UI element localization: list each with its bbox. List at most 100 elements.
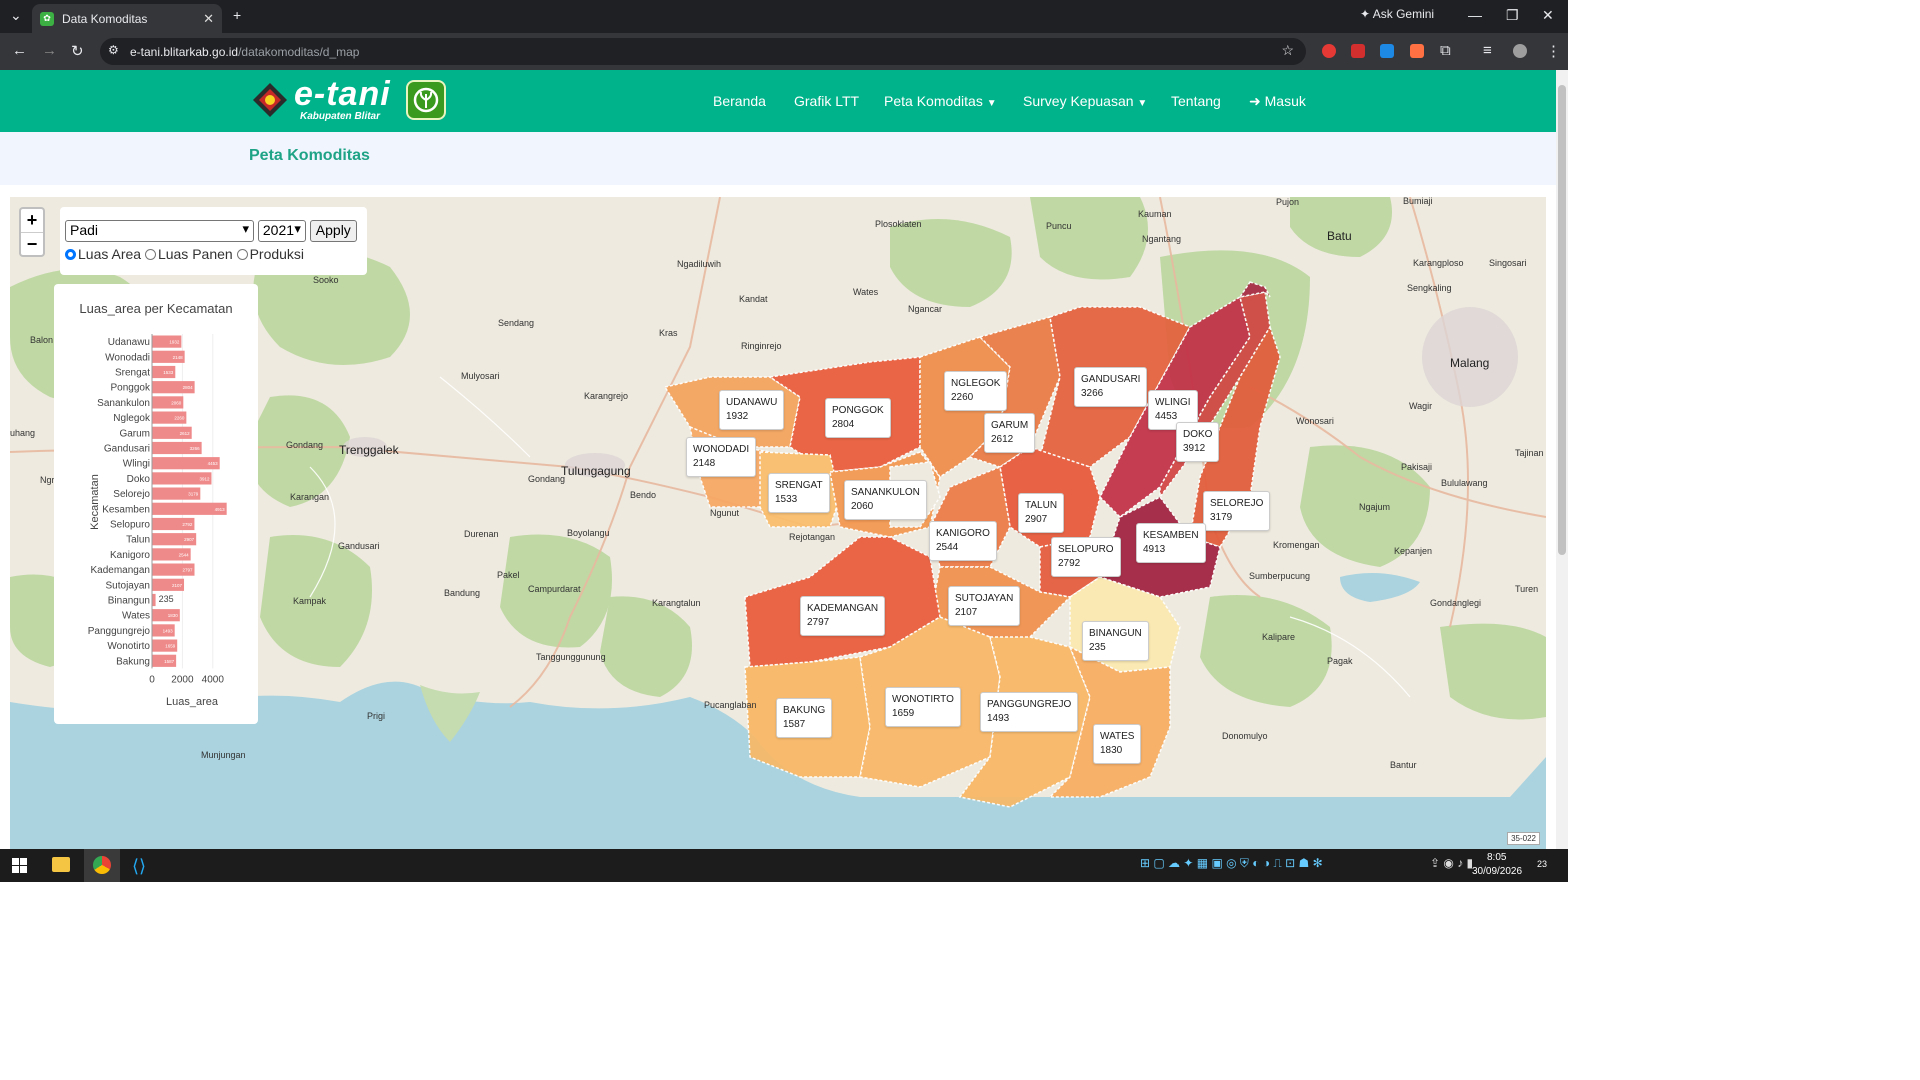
clock-date[interactable]: 30/09/2026 (1472, 866, 1522, 877)
district-value: 2060 (851, 501, 874, 512)
file-explorer-icon[interactable] (52, 857, 70, 872)
nav-peta-komoditas-label: Peta Komoditas (884, 93, 983, 109)
new-tab-icon[interactable]: + (233, 7, 241, 23)
radio-produksi[interactable]: Produksi (236, 246, 304, 262)
nav-survey-kepuasan[interactable]: Survey Kepuasan ▼ (1023, 93, 1147, 109)
chrome-menu-icon[interactable]: ⋮ (1546, 42, 1561, 60)
district-label-panggungrejo[interactable]: PANGGUNGREJO 1493 (980, 692, 1079, 732)
year-select[interactable]: 2021 (257, 220, 306, 242)
windows-start-icon[interactable] (12, 858, 27, 873)
map-tile-badge: 35-022 (1507, 832, 1540, 845)
tray-icons[interactable]: ⊞ ▢ ☁ ✦ ▦ ▣ ◎ ⛨ ◐ ◑ ⎍ ⊡ ☗ ✻ (1140, 856, 1323, 871)
district-name: BAKUNG (783, 705, 826, 716)
extension-red-icon[interactable] (1322, 44, 1336, 58)
place-label: Ngadiluwih (677, 259, 722, 269)
radio-icon[interactable] (144, 249, 156, 260)
chrome-icon (93, 856, 111, 874)
district-label-srengat[interactable]: SRENGAT 1533 (768, 473, 830, 513)
leaflet-map[interactable]: Sooko Sendang Mulyosari Balon Ngadiluwih… (10, 197, 1546, 849)
nav-tentang[interactable]: Tentang (1171, 93, 1221, 109)
extension-orange-icon[interactable] (1410, 44, 1424, 58)
ask-gemini-button[interactable]: ✦ Ask Gemini (1360, 7, 1434, 21)
district-label-kesamben[interactable]: KESAMBEN 4913 (1136, 523, 1206, 563)
district-name: TALUN (1025, 500, 1058, 511)
minimize-icon[interactable]: — (1468, 7, 1482, 23)
district-label-garum[interactable]: GARUM 2612 (984, 413, 1036, 453)
chart-y-tick: Talun (126, 535, 150, 546)
district-value: 1830 (1100, 745, 1123, 756)
site-info-icon[interactable]: ⚙ (108, 43, 119, 57)
zoom-in-button[interactable]: + (21, 209, 43, 233)
district-label-wates[interactable]: WATES 1830 (1093, 724, 1142, 764)
place-label: Kepanjen (1394, 546, 1433, 556)
district-label-nglegok[interactable]: NGLEGOK 2260 (944, 371, 1008, 411)
chrome-taskbar-button[interactable] (84, 849, 120, 882)
place-label: Trenggalek (339, 443, 399, 457)
reload-icon[interactable]: ↻ (71, 42, 84, 60)
tab-title: Data Komoditas (62, 11, 148, 26)
district-label-binangun[interactable]: BINANGUN 235 (1082, 621, 1149, 661)
radio-icon[interactable] (65, 249, 76, 260)
extensions-puzzle-icon[interactable]: ⧉ (1440, 42, 1451, 59)
url-field[interactable]: ⚙ e-tani.blitarkab.go.id/datakomoditas/d… (100, 38, 1306, 65)
forward-icon[interactable]: → (42, 42, 57, 59)
tab-close-icon[interactable]: ✕ (203, 11, 214, 27)
place-label: Karangtalun (652, 598, 701, 608)
notification-count[interactable]: 23 (1537, 859, 1547, 869)
radio-icon[interactable] (236, 249, 248, 260)
nav-peta-komoditas[interactable]: Peta Komoditas ▼ (884, 93, 997, 109)
scrollbar-thumb[interactable] (1558, 85, 1566, 555)
place-label: Kromengan (1273, 540, 1320, 550)
vscode-icon[interactable]: ⟨⟩ (132, 856, 146, 877)
apply-button[interactable]: Apply (309, 220, 357, 242)
restore-icon[interactable]: ❐ (1506, 7, 1519, 24)
district-label-kanigoro[interactable]: KANIGORO 2544 (929, 521, 997, 561)
tab-search-chevron-icon[interactable]: ⌄ (10, 7, 22, 24)
chart-data-label: 2544 (179, 552, 190, 557)
chart-data-label: 2107 (172, 583, 183, 588)
commodity-select[interactable]: Padi (65, 220, 254, 242)
radio-luas-area[interactable]: Luas Area (65, 246, 141, 262)
chart-data-label: 235 (159, 594, 174, 604)
extension-youtube-icon[interactable] (1351, 44, 1365, 58)
zoom-out-button[interactable]: − (21, 233, 43, 257)
district-name: BINANGUN (1089, 628, 1142, 639)
district-label-ponggok[interactable]: PONGGOK 2804 (825, 398, 891, 438)
district-label-sutojayan[interactable]: SUTOJAYAN 2107 (948, 586, 1021, 626)
place-label: Sendang (498, 318, 535, 328)
page-scrollbar[interactable] (1556, 70, 1568, 849)
logo-text[interactable]: e-tani (294, 75, 391, 114)
district-label-doko[interactable]: DOKO 3912 (1176, 422, 1220, 462)
nav-survey-kepuasan-label: Survey Kepuasan (1023, 93, 1134, 109)
district-value: 2907 (1025, 514, 1048, 525)
page-title-bar: Peta Komoditas (0, 132, 1556, 185)
profile-avatar[interactable] (1513, 44, 1527, 58)
district-label-selorejo[interactable]: SELOREJO 3179 (1203, 491, 1271, 531)
back-icon[interactable]: ← (12, 42, 27, 59)
media-control-icon[interactable]: ≡ (1483, 42, 1492, 59)
place-label: Gondang (528, 474, 566, 484)
bookmark-star-icon[interactable]: ☆ (1281, 42, 1294, 59)
clock-time[interactable]: 8:05 (1487, 852, 1506, 863)
district-label-talun[interactable]: TALUN 2907 (1018, 493, 1065, 533)
browser-tab[interactable]: ✿ Data Komoditas ✕ (32, 4, 222, 33)
window-close-icon[interactable]: ✕ (1542, 7, 1554, 24)
nav-masuk[interactable]: ➜ Masuk (1249, 93, 1306, 110)
place-label: Ngancar (908, 304, 943, 314)
district-label-sanankulon[interactable]: SANANKULON 2060 (844, 480, 927, 520)
nav-beranda[interactable]: Beranda (713, 93, 766, 109)
district-label-gandusari[interactable]: GANDUSARI 3266 (1074, 367, 1148, 407)
tray-wifi-volume-icon[interactable]: ⇪ ◉ ♪ ▮ (1430, 856, 1473, 870)
chart-y-tick: Bakung (116, 656, 150, 667)
district-name: WATES (1100, 731, 1135, 742)
district-label-selopuro[interactable]: SELOPURO 2792 (1051, 537, 1121, 577)
district-label-kademangan[interactable]: KADEMANGAN 2797 (800, 596, 886, 636)
district-name: SELOREJO (1210, 498, 1264, 509)
extension-s-icon[interactable] (1380, 44, 1394, 58)
district-label-bakung[interactable]: BAKUNG 1587 (776, 698, 833, 738)
district-label-udanawu[interactable]: UDANAWU 1932 (719, 390, 785, 430)
district-label-wonotirto[interactable]: WONOTIRTO 1659 (885, 687, 961, 727)
nav-grafik-ltt[interactable]: Grafik LTT (794, 93, 859, 109)
district-label-wonodadi[interactable]: WONODADI 2148 (686, 437, 757, 477)
radio-luas-panen[interactable]: Luas Panen (144, 246, 233, 262)
